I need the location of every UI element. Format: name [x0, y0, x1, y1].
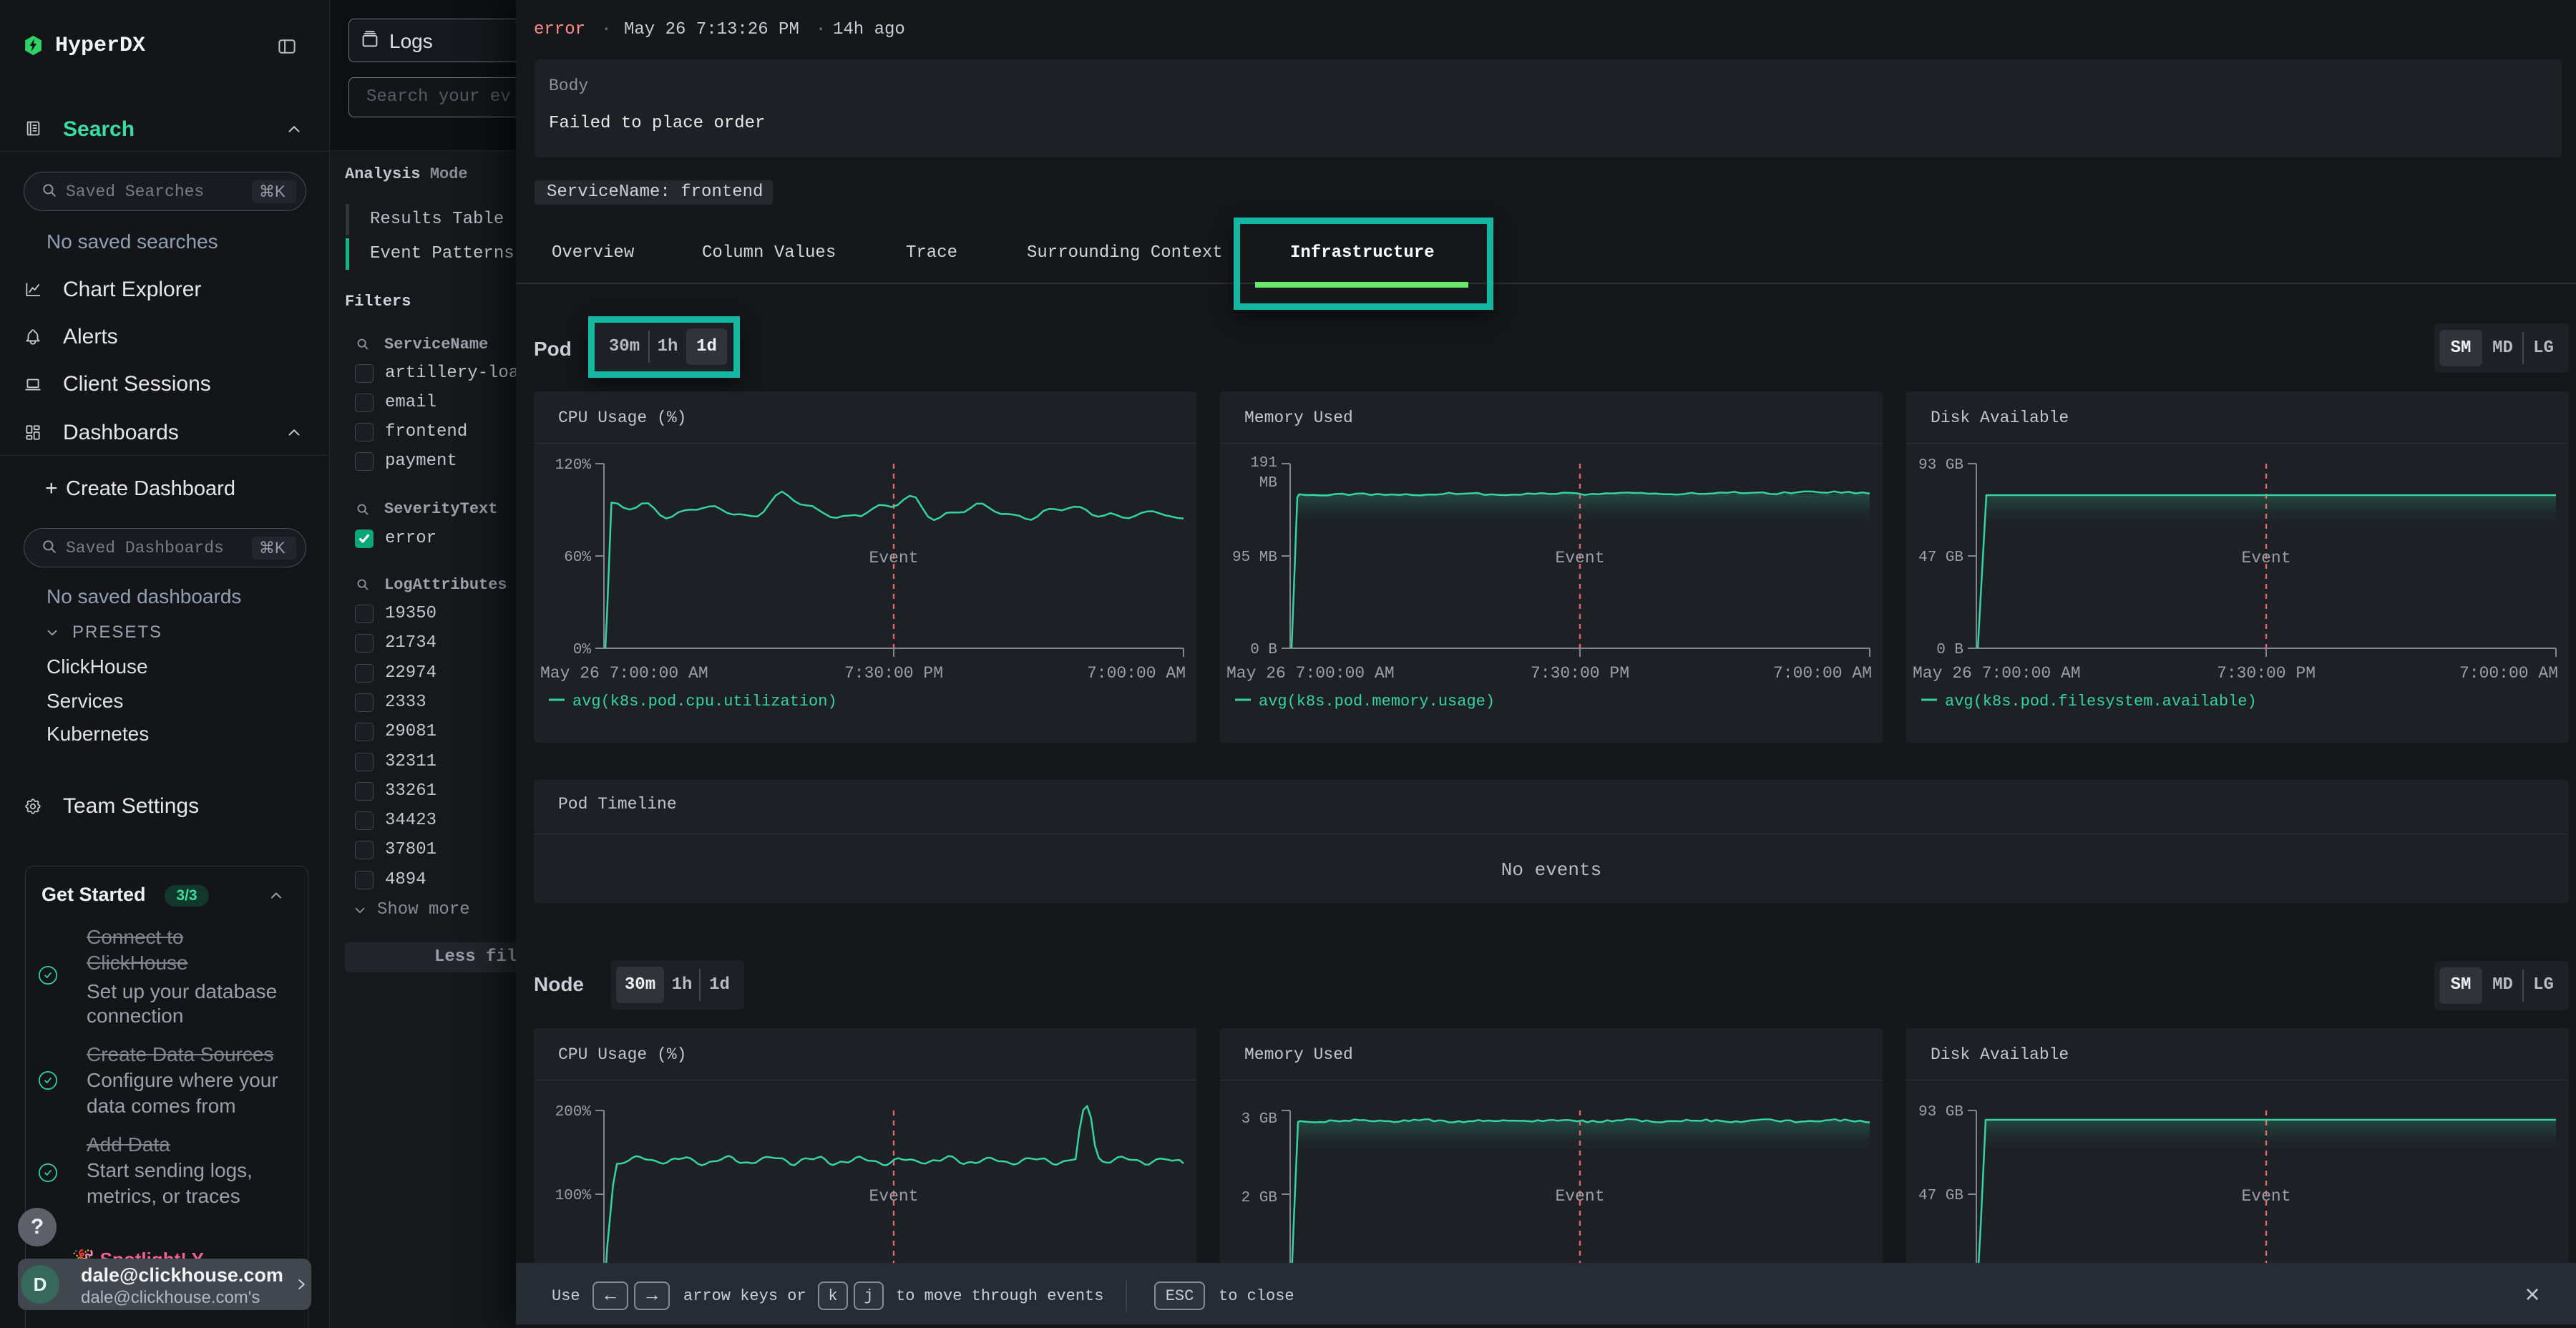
svg-text:93 GB: 93 GB: [1918, 1104, 1963, 1120]
svg-text:7:30:00 PM: 7:30:00 PM: [2217, 664, 2316, 683]
svg-text:0%: 0%: [573, 642, 592, 658]
svg-text:May 26 7:00:00 AM: May 26 7:00:00 AM: [1913, 664, 2081, 683]
svg-text:3 GB: 3 GB: [1241, 1111, 1277, 1128]
svg-text:200%: 200%: [555, 1104, 592, 1120]
svg-text:7:00:00 AM: 7:00:00 AM: [2459, 664, 2558, 683]
svg-text:47 GB: 47 GB: [1918, 1188, 1963, 1204]
svg-text:95 MB: 95 MB: [1232, 550, 1277, 566]
svg-text:7:00:00 AM: 7:00:00 AM: [1773, 664, 1872, 683]
svg-text:60%: 60%: [564, 550, 591, 566]
svg-text:Event: Event: [1555, 1187, 1604, 1206]
svg-text:7:30:00 PM: 7:30:00 PM: [1531, 664, 1629, 683]
svg-text:0 B: 0 B: [1936, 642, 1963, 658]
svg-text:120%: 120%: [555, 457, 592, 474]
svg-text:Event: Event: [2241, 1187, 2290, 1206]
svg-text:100%: 100%: [555, 1188, 592, 1204]
svg-text:MB: MB: [1259, 475, 1277, 492]
svg-text:2 GB: 2 GB: [1241, 1190, 1277, 1206]
svg-text:Event: Event: [1555, 549, 1604, 567]
svg-text:Event: Event: [869, 549, 918, 567]
svg-text:May 26 7:00:00 AM: May 26 7:00:00 AM: [540, 664, 708, 683]
svg-text:47 GB: 47 GB: [1918, 550, 1963, 566]
svg-text:7:30:00 PM: 7:30:00 PM: [844, 664, 943, 683]
svg-text:avg(k8s.pod.cpu.utilization): avg(k8s.pod.cpu.utilization): [572, 693, 837, 711]
svg-text:avg(k8s.pod.memory.usage): avg(k8s.pod.memory.usage): [1259, 693, 1495, 711]
svg-text:Event: Event: [869, 1187, 918, 1206]
svg-text:7:00:00 AM: 7:00:00 AM: [1087, 664, 1186, 683]
svg-text:93 GB: 93 GB: [1918, 457, 1963, 474]
svg-text:May 26 7:00:00 AM: May 26 7:00:00 AM: [1226, 664, 1395, 683]
svg-text:191: 191: [1250, 455, 1277, 472]
svg-text:0 B: 0 B: [1250, 642, 1277, 658]
svg-text:Event: Event: [2241, 549, 2290, 567]
svg-text:avg(k8s.pod.filesystem.availab: avg(k8s.pod.filesystem.available): [1945, 693, 2257, 711]
